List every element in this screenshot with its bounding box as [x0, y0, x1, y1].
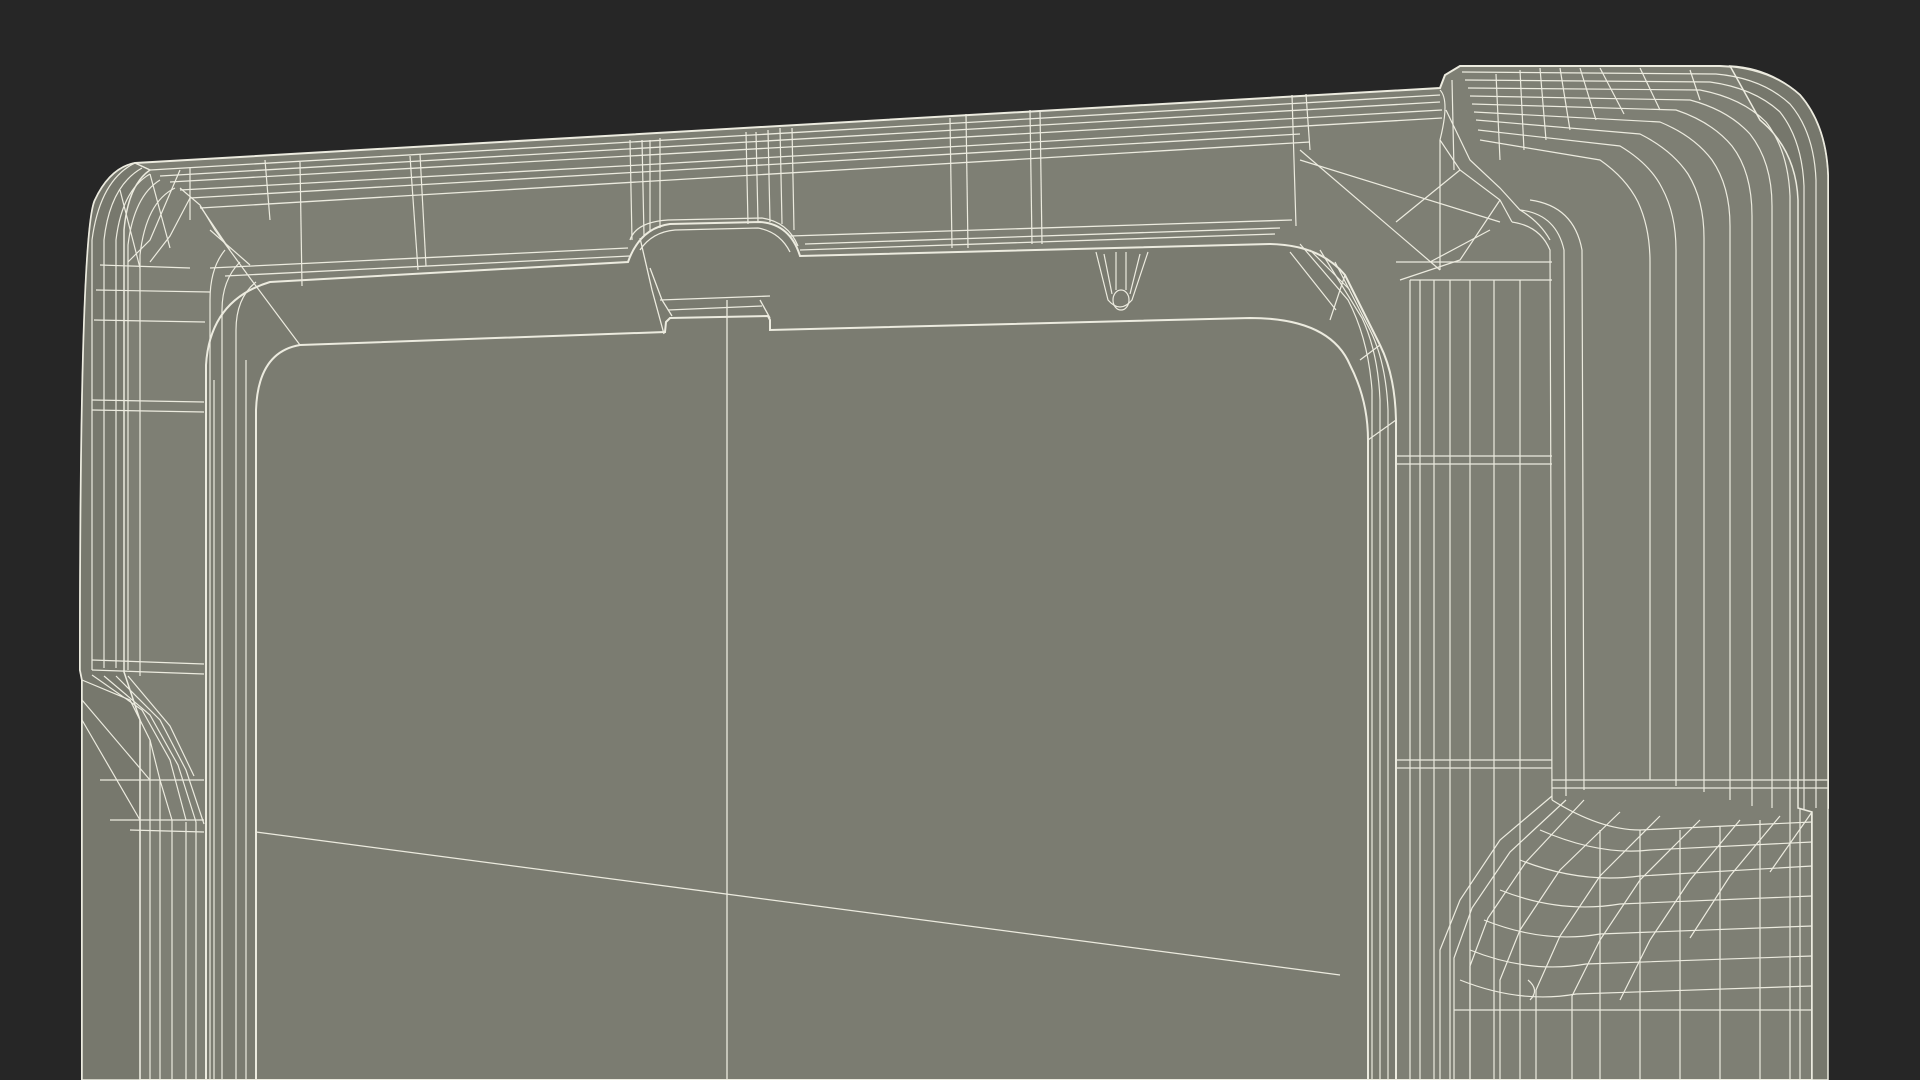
screen-area	[255, 314, 1369, 1080]
wireframe-render	[0, 0, 1920, 1080]
